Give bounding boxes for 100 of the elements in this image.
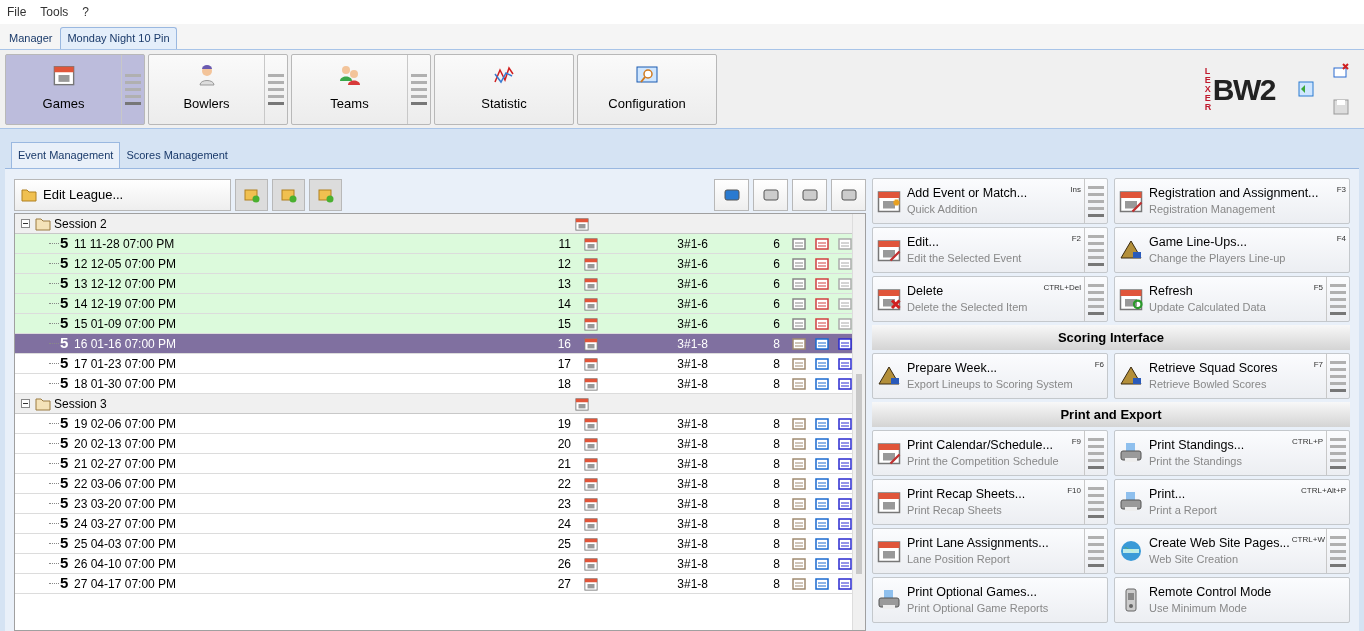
toolbar-button[interactable]: [753, 179, 788, 211]
module-button[interactable]: Teams: [291, 53, 431, 125]
document-icon[interactable]: [838, 436, 852, 451]
document-icon[interactable]: [838, 416, 852, 431]
action-button[interactable]: Edit... F2 Edit the Selected Event: [872, 227, 1108, 273]
action-subtitle: Print the Competition Schedule: [907, 454, 1060, 469]
document-tab[interactable]: Manager: [3, 27, 59, 49]
calendar-icon: [877, 490, 901, 514]
action-button[interactable]: Retrieve Squad Scores F7 Retrieve Bowled Scores: [1114, 353, 1350, 399]
menu-item[interactable]: Tools: [40, 3, 69, 21]
event-number: 12: [556, 255, 572, 273]
action-button[interactable]: Add Event or Match... Ins Quick Addition: [872, 178, 1108, 224]
menu-grip[interactable]: [1084, 529, 1107, 573]
event-label: 23 03-20 07:00 PM: [74, 495, 178, 513]
event-number: 26: [556, 555, 572, 573]
list-icon[interactable]: [815, 496, 829, 511]
toolbar-button[interactable]: [714, 179, 749, 211]
list-icon[interactable]: [815, 516, 829, 531]
document-icon[interactable]: [838, 336, 852, 351]
list-icon[interactable]: [815, 536, 829, 551]
action-button[interactable]: Remote Control Mode Use Minimum Mode: [1114, 577, 1350, 623]
document-icon[interactable]: [838, 556, 852, 571]
pin-count: 5: [60, 333, 70, 354]
calendar-icon: [584, 376, 598, 391]
action-button[interactable]: Registration and Assignment... F3 Registration Management: [1114, 178, 1350, 224]
menu-grip[interactable]: [1084, 228, 1107, 272]
menu-grip[interactable]: [1084, 431, 1107, 475]
menu-grip[interactable]: [407, 54, 430, 124]
document-icon[interactable]: [838, 456, 852, 471]
list-icon[interactable]: [815, 456, 829, 471]
module-button[interactable]: Bowlers: [148, 53, 288, 125]
document-icon[interactable]: [838, 476, 852, 491]
list-icon[interactable]: [815, 576, 829, 591]
toolbar-button[interactable]: [831, 179, 866, 211]
scrollbar[interactable]: [852, 214, 865, 630]
document-icon[interactable]: [838, 516, 852, 531]
toolbar-button[interactable]: [792, 179, 827, 211]
list-icon[interactable]: [815, 556, 829, 571]
list-icon[interactable]: [815, 376, 829, 391]
module-button[interactable]: Statistic: [434, 53, 574, 125]
action-button[interactable]: Print Recap Sheets... F10 Print Recap Sheets: [872, 479, 1108, 525]
action-button[interactable]: Print Optional Games... Print Optional Game Reports: [872, 577, 1108, 623]
collapse-toggle[interactable]: [21, 399, 30, 408]
action-title: Create Web Site Pages...: [1149, 535, 1290, 551]
document-tab[interactable]: Monday Night 10 Pin: [60, 27, 177, 49]
module-button[interactable]: Games: [5, 53, 145, 125]
close-window-icon[interactable]: [1333, 63, 1349, 79]
menu-grip[interactable]: [121, 54, 144, 124]
collapse-toggle[interactable]: [21, 219, 30, 228]
menu-item[interactable]: File: [7, 3, 27, 21]
document-icon[interactable]: [838, 496, 852, 511]
event-label: 16 01-16 07:00 PM: [74, 335, 178, 353]
section-tab[interactable]: Event Management: [11, 142, 121, 168]
list-icon[interactable]: [815, 476, 829, 491]
tree-add-icon: [317, 187, 334, 203]
event-row[interactable]: 5 11 11-28 07:00 PM 11 3#1-6 6: [15, 234, 852, 254]
calendar-icon: [584, 496, 598, 511]
list-icon[interactable]: [815, 356, 829, 371]
module-button[interactable]: Configuration: [577, 53, 717, 125]
event-row[interactable]: 5 14 12-19 07:00 PM 14 3#1-6 6: [15, 294, 852, 314]
pin-count: 5: [60, 453, 70, 474]
action-button[interactable]: Game Line-Ups... F4 Change the Players Line-up: [1114, 227, 1350, 273]
session-row[interactable]: Session 2: [15, 214, 852, 234]
action-button[interactable]: Delete CTRL+Del Delete the Selected Item: [872, 276, 1108, 322]
calendar-icon: [1119, 287, 1143, 311]
event-label: 24 03-27 07:00 PM: [74, 515, 178, 533]
event-row[interactable]: 5 16 01-16 07:00 PM 16 3#1-8 8: [15, 334, 852, 354]
menu-grip[interactable]: [1326, 529, 1349, 573]
event-label: 11 11-28 07:00 PM: [74, 235, 176, 253]
document-icon[interactable]: [838, 576, 852, 591]
calendar-icon: [52, 64, 75, 87]
event-row[interactable]: 5 13 12-12 07:00 PM 13 3#1-6 6: [15, 274, 852, 294]
action-button[interactable]: Refresh F5 Update Calculated Data: [1114, 276, 1350, 322]
menu-grip[interactable]: [1326, 277, 1349, 321]
document-icon[interactable]: [838, 356, 852, 371]
menu-grip[interactable]: [1084, 179, 1107, 223]
menu-grip[interactable]: [1084, 277, 1107, 321]
session-row[interactable]: Session 3: [15, 394, 852, 414]
menu-grip[interactable]: [1326, 354, 1349, 398]
edit-league-button[interactable]: Edit League...: [14, 179, 231, 211]
section-tab[interactable]: Scores Management: [120, 142, 234, 168]
list-icon[interactable]: [815, 436, 829, 451]
list-icon[interactable]: [815, 416, 829, 431]
module-label: Bowlers: [183, 95, 230, 114]
menu-item[interactable]: ?: [82, 3, 90, 21]
list-icon[interactable]: [815, 336, 829, 351]
event-row[interactable]: 5 15 01-09 07:00 PM 15 3#1-6 6: [15, 314, 852, 334]
menu-grip[interactable]: [264, 54, 287, 124]
action-button[interactable]: Print... CTRL+Alt+P Print a Report: [1114, 479, 1350, 525]
menu-grip[interactable]: [1326, 431, 1349, 475]
event-row[interactable]: 5 12 12-05 07:00 PM 12 3#1-6 6: [15, 254, 852, 274]
action-button[interactable]: Print Standings... CTRL+P Print the Standings: [1114, 430, 1350, 476]
document-icon[interactable]: [838, 536, 852, 551]
document-icon[interactable]: [838, 376, 852, 391]
menu-grip[interactable]: [1084, 480, 1107, 524]
save-icon[interactable]: [1333, 99, 1349, 115]
action-button[interactable]: Print Calendar/Schedule... F9 Print the Competition Schedule: [872, 430, 1108, 476]
action-button[interactable]: Print Lane Assignments... Lane Position Report: [872, 528, 1108, 574]
calendar-icon: [584, 516, 598, 531]
action-button[interactable]: Prepare Week... F6 Export Lineups to Scoring System: [872, 353, 1108, 399]
